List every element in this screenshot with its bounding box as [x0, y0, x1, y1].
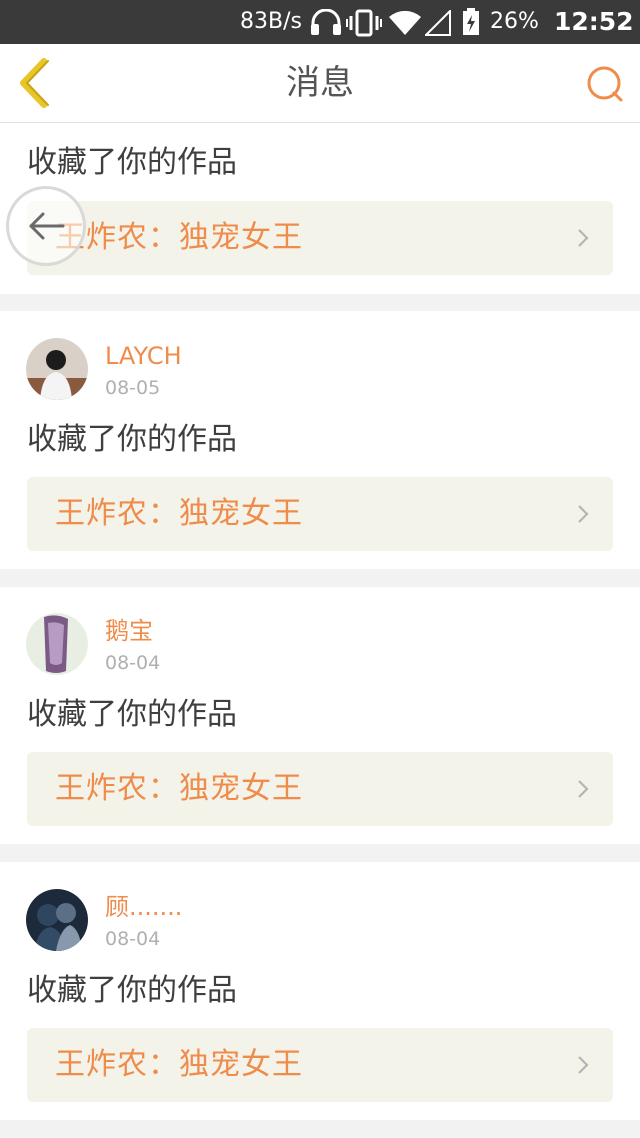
message-card: 鹅宝 08-04 收藏了你的作品 王炸农：独宠女王: [0, 587, 640, 844]
message-card: 收藏了你的作品 王炸农：独宠女王: [0, 123, 640, 294]
network-speed: 83B/s: [240, 9, 302, 34]
work-title: 王炸农：独宠女王: [55, 220, 303, 255]
work-link[interactable]: 王炸农：独宠女王: [27, 752, 613, 826]
work-link[interactable]: 王炸农：独宠女王: [27, 201, 613, 275]
chevron-right-icon: [578, 505, 589, 523]
search-icon: [587, 66, 623, 102]
chevron-right-icon: [578, 1056, 589, 1074]
search-button[interactable]: [582, 62, 628, 106]
battery-charging-icon: [463, 8, 479, 35]
message-action: 收藏了你的作品: [27, 145, 237, 180]
clock: 12:52: [554, 7, 634, 36]
work-title: 王炸农：独宠女王: [55, 496, 303, 531]
avatar-image: [26, 613, 88, 675]
message-date: 08-05: [105, 377, 161, 399]
chevron-right-icon: [578, 229, 589, 247]
battery-percent: 26%: [490, 9, 539, 34]
status-bar: 83B/s 26% 12:52: [0, 0, 640, 44]
user-name[interactable]: 鹅宝: [105, 616, 153, 646]
message-date: 08-04: [105, 652, 161, 674]
signal-icon: [425, 10, 451, 36]
work-title: 王炸农：独宠女王: [55, 771, 303, 806]
vibrate-icon: [346, 9, 382, 37]
wifi-icon: [389, 10, 421, 35]
message-action: 收藏了你的作品: [27, 422, 237, 457]
work-link[interactable]: 王炸农：独宠女王: [27, 1028, 613, 1102]
message-card: LAYCH 08-05 收藏了你的作品 王炸农：独宠女王: [0, 311, 640, 569]
avatar[interactable]: [26, 889, 88, 951]
page-title: 消息: [286, 63, 354, 103]
avatar-image: [26, 338, 88, 400]
avatar[interactable]: [26, 613, 88, 675]
user-name[interactable]: LAYCH: [105, 341, 182, 371]
avatar-image: [26, 889, 88, 951]
chevron-right-icon: [578, 780, 589, 798]
chevron-left-icon: [20, 58, 49, 108]
header: 消息: [0, 44, 640, 123]
avatar[interactable]: [26, 338, 88, 400]
back-button[interactable]: [10, 56, 58, 110]
message-action: 收藏了你的作品: [27, 697, 237, 732]
arrow-left-icon: [29, 212, 65, 240]
message-date: 08-04: [105, 928, 161, 950]
gesture-back-button[interactable]: [6, 186, 86, 266]
headset-icon: [311, 9, 341, 35]
work-link[interactable]: 王炸农：独宠女王: [27, 477, 613, 551]
message-action: 收藏了你的作品: [27, 973, 237, 1008]
user-name[interactable]: 顾.......: [105, 892, 182, 922]
work-title: 王炸农：独宠女王: [55, 1047, 303, 1082]
message-card: 顾....... 08-04 收藏了你的作品 王炸农：独宠女王: [0, 862, 640, 1120]
